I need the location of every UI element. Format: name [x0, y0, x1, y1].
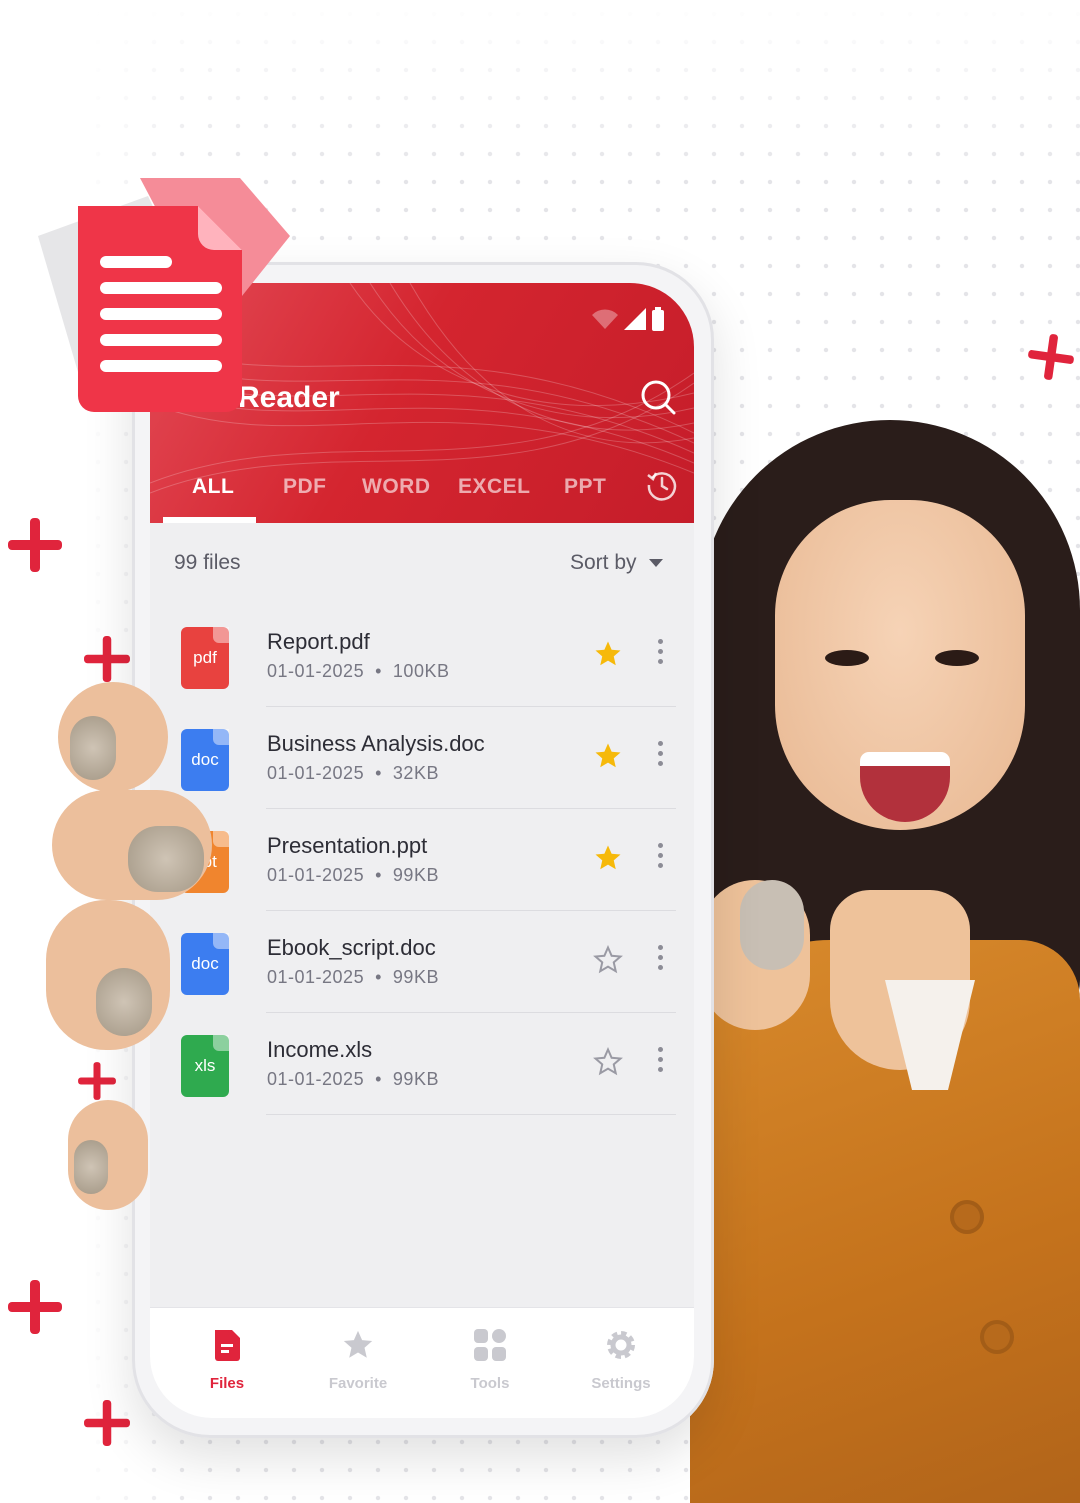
file-row[interactable]: pdf Report.pdf 01-01-2025 • 100KB [150, 605, 694, 707]
star-outline-icon[interactable] [593, 945, 623, 975]
sort-label: Sort by [570, 551, 637, 574]
active-tab-indicator [163, 517, 256, 523]
star-filled-icon[interactable] [593, 843, 623, 873]
more-options-icon[interactable] [650, 741, 670, 771]
file-meta: 01-01-2025 • 100KB [267, 661, 450, 681]
category-tabs: ALL PDF WORD EXCEL PPT [150, 463, 694, 523]
more-options-icon[interactable] [650, 945, 670, 975]
nav-files[interactable]: Files [172, 1328, 282, 1392]
tab-pdf[interactable]: PDF [283, 475, 327, 499]
nav-tools[interactable]: Tools [435, 1328, 545, 1392]
file-meta: 01-01-2025 • 99KB [267, 1069, 439, 1089]
pdf-file-icon: pdf [181, 627, 229, 689]
star-filled-icon[interactable] [593, 639, 623, 669]
file-name: Ebook_script.doc [267, 935, 436, 960]
nav-favorite[interactable]: Favorite [303, 1328, 413, 1392]
plus-decoration [84, 636, 130, 682]
file-meta: 01-01-2025 • 99KB [267, 865, 439, 885]
plus-decoration [84, 1400, 130, 1446]
tab-excel[interactable]: EXCEL [458, 475, 531, 499]
file-name: Business Analysis.doc [267, 731, 485, 756]
tab-word[interactable]: WORD [362, 475, 431, 499]
document-3d-icon [38, 178, 290, 412]
file-row[interactable]: doc Business Analysis.doc 01-01-2025 • 3… [150, 707, 694, 809]
battery-icon [652, 307, 664, 331]
star-icon [343, 1330, 373, 1358]
tab-ppt[interactable]: PPT [564, 475, 606, 499]
more-options-icon[interactable] [650, 639, 670, 669]
file-name: Presentation.ppt [267, 833, 428, 858]
wifi-icon [592, 309, 618, 329]
xls-file-icon: xls [181, 1035, 229, 1097]
tools-grid-icon [474, 1329, 506, 1361]
plus-decoration [78, 1062, 116, 1100]
files-count: 99 files [174, 551, 241, 574]
nav-label: Files [209, 1375, 245, 1392]
nav-label: Settings [591, 1375, 651, 1392]
status-bar [592, 307, 664, 331]
file-row[interactable]: ppt Presentation.ppt 01-01-2025 • 99KB [150, 809, 694, 911]
doc-file-icon: doc [181, 933, 229, 995]
tab-all[interactable]: ALL [192, 475, 234, 499]
nav-label: Tools [470, 1375, 510, 1392]
chevron-down-icon [648, 559, 663, 567]
signal-icon [624, 308, 646, 330]
file-meta: 01-01-2025 • 99KB [267, 967, 439, 987]
file-name: Report.pdf [267, 629, 370, 654]
star-filled-icon[interactable] [593, 741, 623, 771]
sort-by-button[interactable]: Sort by [570, 551, 663, 575]
nav-settings[interactable]: Settings [566, 1328, 676, 1392]
gear-icon [607, 1331, 635, 1359]
more-options-icon[interactable] [650, 1047, 670, 1077]
woman-photo [680, 420, 1080, 1503]
file-meta: 01-01-2025 • 32KB [267, 763, 439, 783]
history-icon[interactable] [646, 469, 678, 501]
doc-file-icon: doc [181, 729, 229, 791]
more-options-icon[interactable] [650, 843, 670, 873]
plus-decoration [8, 1280, 62, 1334]
bottom-navigation: Files Favorite Tools Settings [150, 1307, 694, 1418]
files-icon [215, 1330, 240, 1361]
plus-decoration [1025, 331, 1077, 383]
nav-label: Favorite [328, 1375, 388, 1392]
plus-decoration [8, 518, 62, 572]
star-outline-icon[interactable] [593, 1047, 623, 1077]
search-icon[interactable] [640, 379, 676, 415]
divider [266, 1114, 676, 1115]
file-row[interactable]: xls Income.xls 01-01-2025 • 99KB [150, 1013, 694, 1115]
file-row[interactable]: doc Ebook_script.doc 01-01-2025 • 99KB [150, 911, 694, 1013]
file-name: Income.xls [267, 1037, 373, 1062]
phone-screen: Reader ALL PDF WORD EXCEL PPT 99 files S… [150, 283, 694, 1418]
